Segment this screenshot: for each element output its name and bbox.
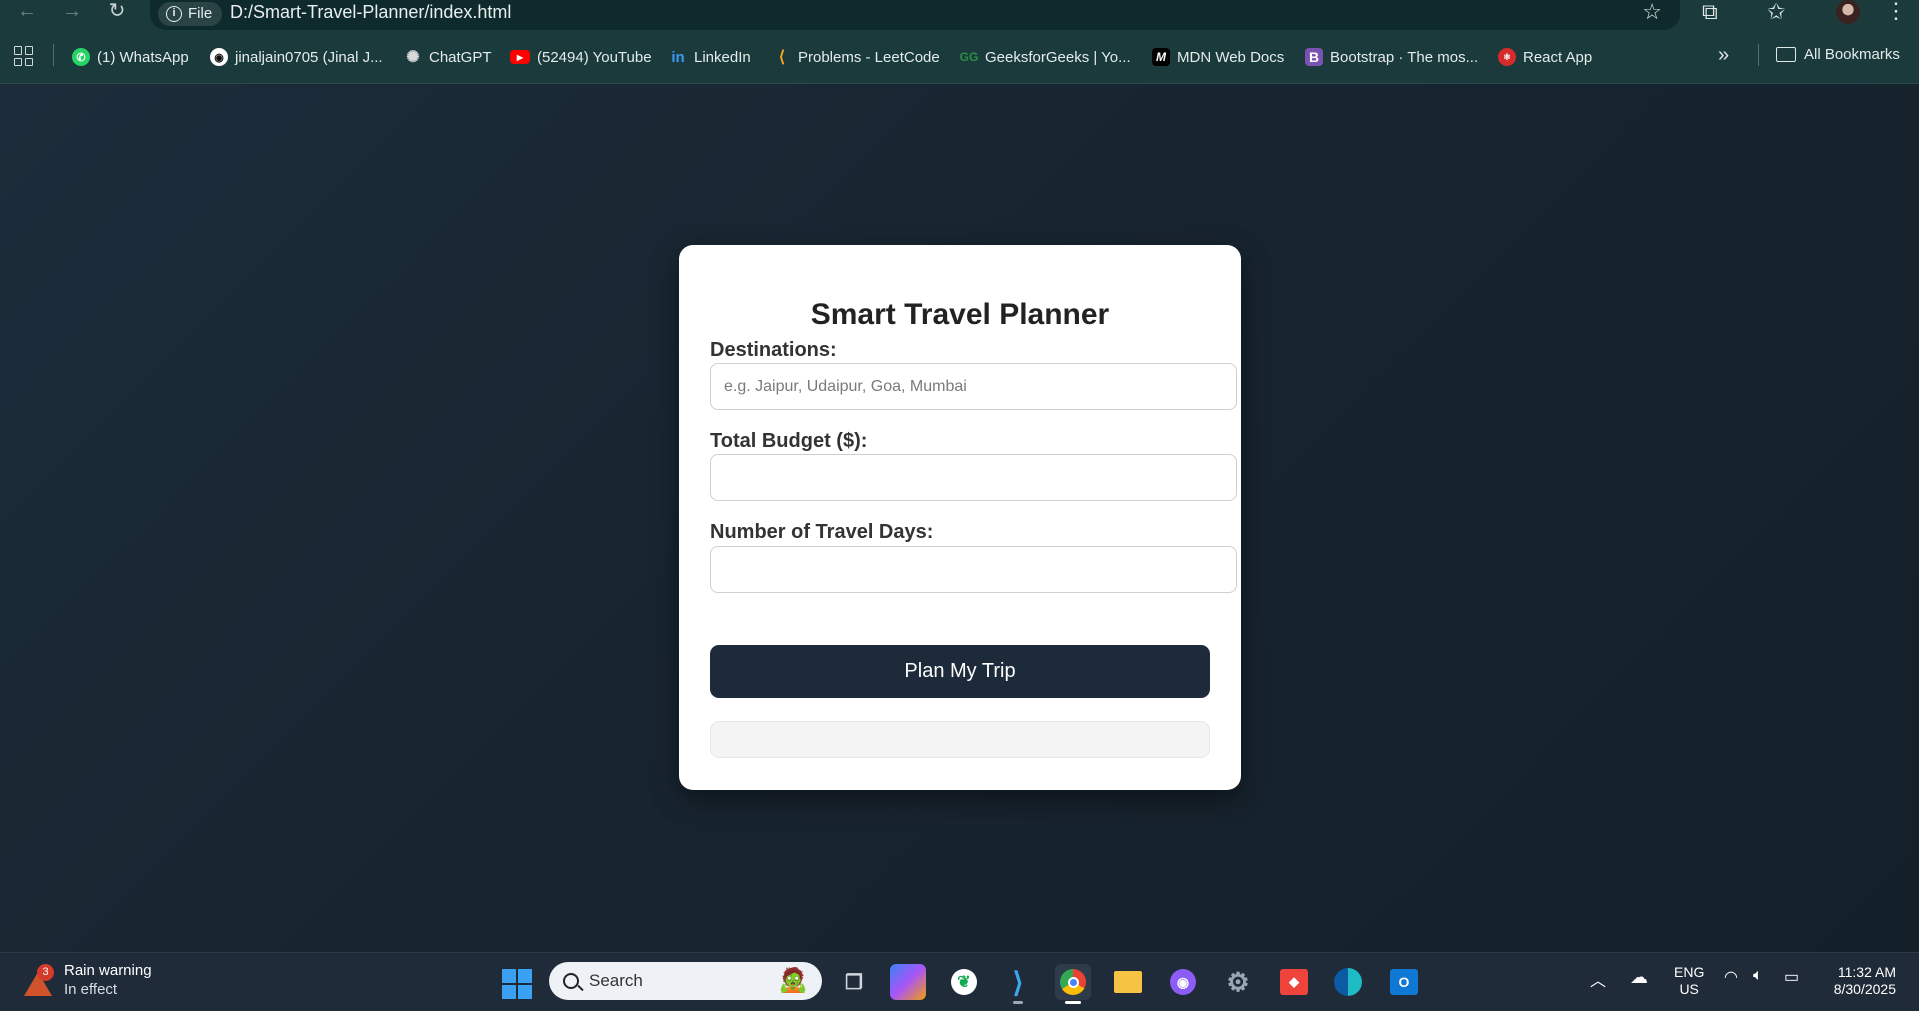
rain-warning-icon: 3 [22, 964, 54, 996]
bookmark-mdn[interactable]: M MDN Web Docs [1152, 46, 1284, 68]
page-viewport: Smart Travel Planner Destinations: Total… [0, 84, 1919, 952]
back-arrow-icon[interactable]: ← [12, 0, 42, 24]
destinations-label: Destinations: [710, 339, 837, 361]
clock-date: 8/30/2025 [1833, 981, 1896, 997]
chatgpt-icon: ✺ [406, 49, 420, 66]
volume-icon[interactable]: 🔈︎ [1753, 967, 1763, 985]
search-highlight-icon: 🧟 [778, 967, 808, 994]
days-label: Number of Travel Days: [710, 521, 934, 543]
leetcode-icon: ⟨ [778, 49, 786, 66]
github-desktop-icon[interactable]: ◉ [1165, 964, 1201, 1000]
mongodb-compass-icon[interactable]: ❦ [946, 964, 982, 1000]
plan-trip-button[interactable]: Plan My Trip [710, 645, 1210, 698]
bookmarks-divider [53, 44, 54, 66]
taskbar: 3 Rain warning In effect Search 🧟 ❐ ❦ ⟩ … [0, 952, 1919, 1011]
copilot-icon[interactable] [890, 964, 926, 1000]
bookmark-label: GeeksforGeeks | Yo... [985, 48, 1131, 66]
result-box [710, 721, 1210, 758]
language-code: ENG [1674, 964, 1705, 980]
chrome-icon[interactable] [1055, 964, 1091, 1004]
site-info-chip[interactable]: i File [158, 2, 223, 26]
bookmark-geeksforgeeks[interactable]: GG GeeksforGeeks | Yo... [960, 46, 1131, 68]
bookmark-linkedin[interactable]: in LinkedIn [669, 46, 751, 68]
days-input[interactable] [710, 546, 1237, 593]
bookmark-leetcode[interactable]: ⟨ Problems - LeetCode [773, 46, 940, 68]
language-indicator[interactable]: ENG US [1674, 964, 1704, 998]
bookmark-label: MDN Web Docs [1177, 48, 1285, 66]
address-bar-row: ← → ↻ i File D:/Smart-Travel-Planner/ind… [0, 0, 1919, 30]
vscode-icon[interactable]: ⟩ [1000, 964, 1036, 1004]
omnibox[interactable]: i File D:/Smart-Travel-Planner/index.htm… [150, 0, 1680, 30]
bookmark-label: (1) WhatsApp [97, 48, 189, 66]
search-label: Search [589, 971, 643, 990]
browser-menu-icon[interactable]: ⋮ [1885, 0, 1907, 22]
windows-start-icon[interactable] [502, 969, 532, 999]
task-view-icon[interactable]: ❐ [836, 964, 872, 1000]
battery-icon[interactable]: ▭ [1784, 967, 1799, 987]
bookmark-label: React App [1523, 48, 1593, 66]
file-explorer-icon[interactable] [1110, 964, 1146, 1000]
planner-card: Smart Travel Planner Destinations: Total… [679, 245, 1241, 790]
bookmark-youtube[interactable]: ▶ (52494) YouTube [510, 46, 652, 68]
bookmark-react-app[interactable]: ⚛ React App [1498, 46, 1592, 68]
bookmark-label: (52494) YouTube [537, 48, 652, 66]
forward-arrow-icon[interactable]: → [57, 0, 87, 24]
bookmark-label: ChatGPT [429, 48, 492, 66]
info-icon: i [166, 6, 182, 22]
profile-avatar[interactable] [1836, 0, 1860, 24]
anydesk-icon[interactable]: ◆ [1276, 964, 1312, 1000]
weather-title: Rain warning [64, 962, 152, 979]
all-bookmarks-folder[interactable]: All Bookmarks [1776, 46, 1900, 63]
outlook-icon[interactable]: O [1386, 964, 1422, 1000]
bookmarks-bar: ✆ (1) WhatsApp ◉ jinaljain0705 (Jinal J.… [0, 30, 1919, 84]
search-icon [563, 973, 579, 989]
bookmark-label: LinkedIn [694, 48, 751, 66]
bookmark-label: Bootstrap · The mos... [1330, 48, 1479, 66]
keyboard-region: US [1679, 981, 1699, 997]
bookmark-github[interactable]: ◉ jinaljain0705 (Jinal J... [210, 46, 383, 68]
wifi-icon[interactable]: ◠ [1724, 967, 1738, 987]
destinations-input[interactable] [710, 363, 1237, 410]
all-bookmarks-label: All Bookmarks [1804, 46, 1900, 63]
edge-icon[interactable] [1330, 964, 1366, 1000]
youtube-icon: ▶ [510, 50, 530, 64]
show-hidden-icons-icon[interactable]: ︿ [1590, 967, 1606, 991]
settings-icon[interactable]: ⚙ [1220, 964, 1256, 1000]
page-title: Smart Travel Planner [810, 298, 1110, 331]
bookmarks-panel-icon[interactable]: ✩ [1767, 0, 1785, 24]
extensions-icon[interactable]: ⧉ [1702, 0, 1718, 24]
react-app-icon: ⚛ [1498, 48, 1516, 66]
bookmark-bootstrap[interactable]: B Bootstrap · The mos... [1305, 46, 1478, 68]
apps-grid-icon[interactable] [14, 46, 34, 66]
more-bookmarks-icon[interactable]: » [1718, 44, 1729, 67]
bookmark-chatgpt[interactable]: ✺ ChatGPT [404, 46, 492, 68]
system-clock[interactable]: 11:32 AM 8/30/2025 [1816, 964, 1896, 998]
site-chip-label: File [188, 5, 213, 22]
bootstrap-icon: B [1305, 48, 1323, 66]
reload-icon[interactable]: ↻ [102, 0, 132, 24]
weather-badge: 3 [37, 964, 54, 981]
bookmarks-divider [1758, 44, 1759, 66]
github-icon: ◉ [210, 48, 228, 66]
folder-icon [1776, 47, 1796, 62]
bookmark-label: jinaljain0705 (Jinal J... [235, 48, 383, 66]
taskbar-search[interactable]: Search 🧟 [549, 962, 822, 1000]
bookmark-whatsapp[interactable]: ✆ (1) WhatsApp [72, 46, 189, 68]
weather-subtitle: In effect [64, 981, 118, 998]
whatsapp-icon: ✆ [72, 48, 90, 66]
onedrive-icon[interactable]: ☁ [1630, 967, 1648, 988]
mdn-icon: M [1152, 48, 1170, 66]
bookmark-star-icon[interactable]: ☆ [1642, 0, 1662, 24]
linkedin-icon: in [671, 48, 685, 66]
weather-widget[interactable]: 3 Rain warning In effect [22, 961, 152, 999]
url-text[interactable]: D:/Smart-Travel-Planner/index.html [230, 0, 511, 24]
clock-time: 11:32 AM [1837, 964, 1896, 980]
budget-label: Total Budget ($): [710, 430, 868, 452]
budget-input[interactable] [710, 454, 1237, 501]
bookmark-label: Problems - LeetCode [798, 48, 940, 66]
geeksforgeeks-icon: GG [959, 50, 979, 64]
